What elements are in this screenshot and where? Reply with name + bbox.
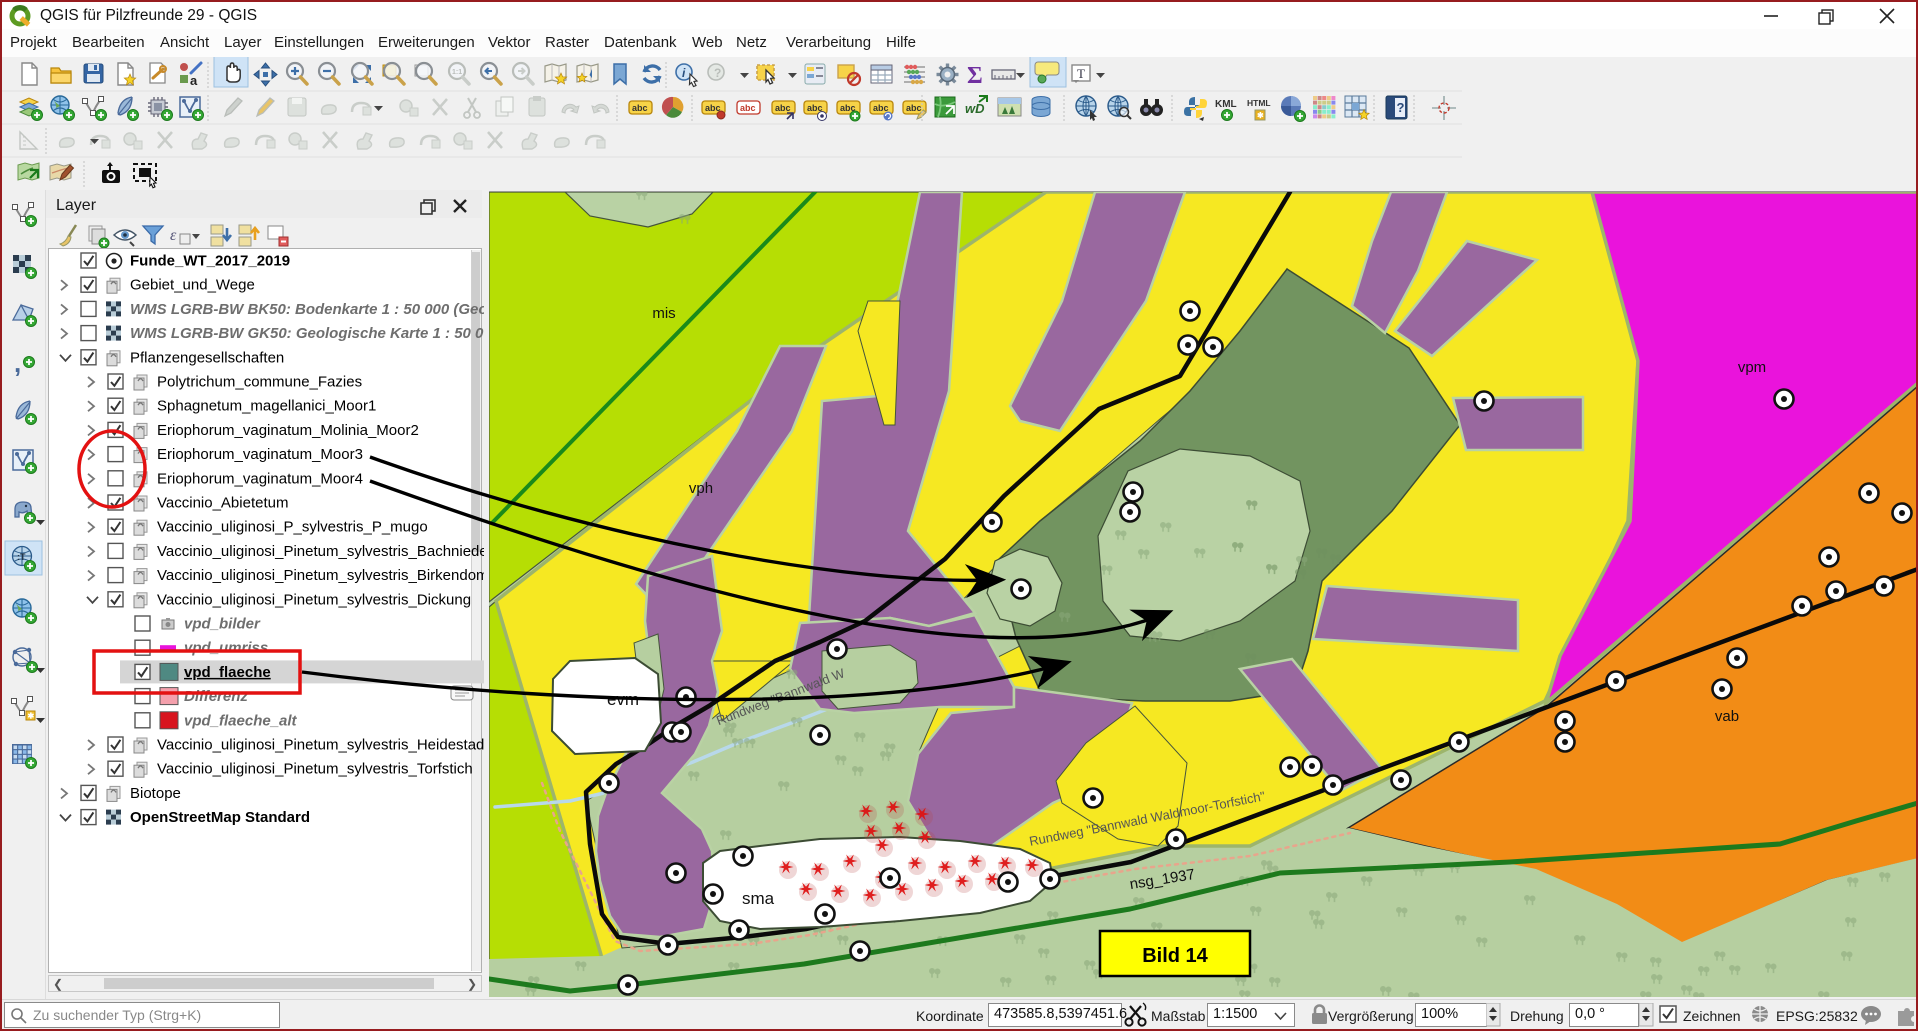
- svg-text:1:1: 1:1: [452, 69, 462, 76]
- svg-text:✱: ✱: [28, 712, 35, 721]
- svg-text:mis: mis: [652, 305, 675, 322]
- svg-text:,: ,: [14, 348, 21, 378]
- svg-text:a: a: [190, 73, 198, 88]
- svg-text:T: T: [1077, 66, 1085, 81]
- svg-text:abc: abc: [873, 103, 889, 113]
- svg-text::T: :T: [17, 552, 26, 562]
- svg-text:✱: ✱: [1257, 111, 1264, 120]
- svg-text:vab: vab: [1715, 708, 1739, 725]
- svg-text:abc: abc: [775, 103, 791, 113]
- svg-text:abc: abc: [632, 103, 648, 113]
- svg-text:abc: abc: [740, 103, 756, 113]
- svg-text:Bild 14: Bild 14: [1142, 945, 1208, 967]
- svg-text:abc: abc: [906, 103, 922, 113]
- svg-text:?: ?: [1397, 100, 1405, 115]
- svg-text:wD: wD: [965, 101, 985, 116]
- svg-text:sma: sma: [742, 889, 775, 908]
- svg-text:vpm: vpm: [1738, 359, 1766, 376]
- svg-text:vph: vph: [689, 480, 713, 497]
- svg-text:KML: KML: [1215, 99, 1237, 110]
- svg-text:?: ?: [714, 66, 721, 80]
- svg-text:evm: evm: [607, 690, 639, 709]
- svg-text:Σ: Σ: [967, 63, 983, 89]
- svg-text:HTML: HTML: [1247, 98, 1271, 108]
- svg-text:ε: ε: [170, 227, 177, 244]
